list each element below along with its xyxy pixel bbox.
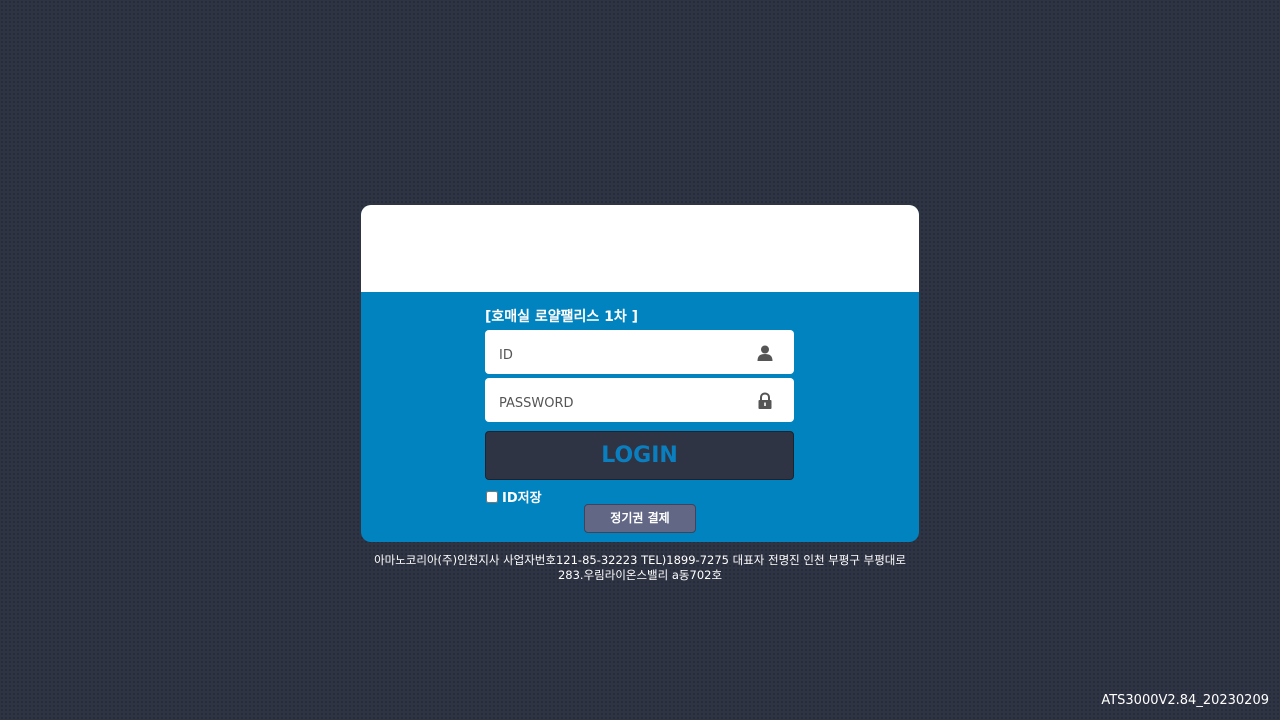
season-pass-payment-button[interactable]: 정기권 결제 (584, 504, 696, 533)
password-field[interactable] (485, 378, 794, 422)
company-info-line2: 283.우림라이온스밸리 a동702호 (557, 568, 723, 582)
user-icon (757, 345, 773, 361)
remember-id-label[interactable]: ID저장 (502, 487, 542, 506)
login-card: [호매실 로얄팰리스 1차 ] LOGIN ID저장 정기권 결제 (361, 205, 919, 542)
lock-icon (758, 392, 772, 409)
card-header (361, 205, 919, 292)
company-info: 아마노코리아(주)인천지사 사업자번호121-85-32223 TEL)1899… (361, 553, 919, 583)
password-input[interactable] (499, 392, 739, 414)
id-input[interactable] (499, 344, 739, 366)
company-info-line1: 아마노코리아(주)인천지사 사업자번호121-85-32223 TEL)1899… (374, 553, 906, 567)
login-button[interactable]: LOGIN (485, 431, 794, 480)
remember-id-row: ID저장 (485, 486, 542, 506)
version-label: ATS3000V2.84_20230209 (1101, 693, 1269, 708)
remember-id-checkbox[interactable] (486, 491, 498, 503)
login-form: [호매실 로얄팰리스 1차 ] LOGIN ID저장 정기권 결제 (361, 292, 919, 542)
site-name: [호매실 로얄팰리스 1차 ] (485, 309, 639, 325)
id-field[interactable] (485, 330, 794, 374)
